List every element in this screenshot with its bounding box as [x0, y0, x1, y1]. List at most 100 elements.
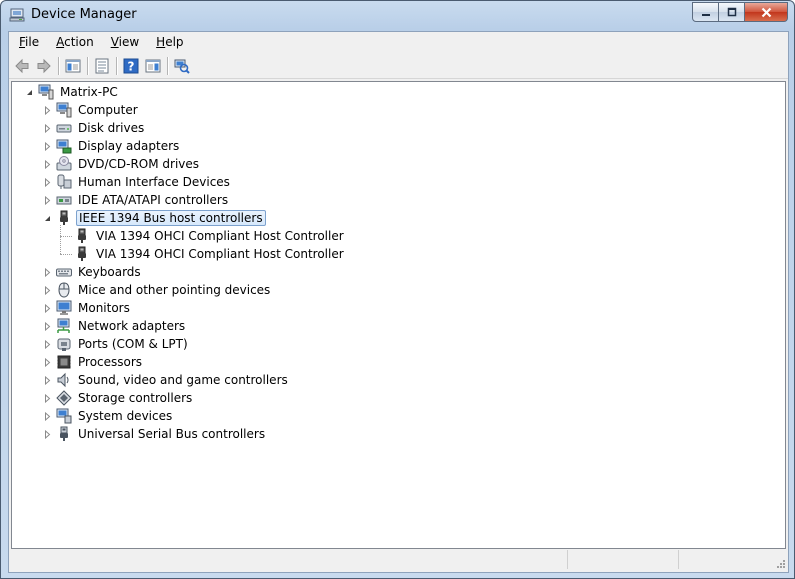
tree-category-sound-video-and-game-controllers[interactable]: Sound, video and game controllers — [56, 371, 290, 389]
expand-arrow-icon[interactable] — [43, 393, 52, 404]
mouse-icon — [58, 282, 70, 298]
tree-category-monitors[interactable]: Monitors — [56, 299, 132, 317]
window-title: Device Manager — [31, 7, 137, 22]
expand-arrow-icon[interactable] — [43, 195, 52, 206]
help-button[interactable]: ? — [120, 55, 142, 77]
menu-action[interactable]: Action — [46, 32, 101, 53]
menu-view[interactable]: View — [101, 32, 146, 53]
device-manager-icon — [9, 8, 25, 22]
expand-arrow-icon[interactable] — [43, 339, 52, 350]
tree-item-label: Storage controllers — [78, 391, 193, 405]
tree-item-label: Human Interface Devices — [78, 175, 230, 189]
status-pane-main — [9, 550, 568, 569]
back-button[interactable] — [11, 55, 33, 77]
window-controls — [692, 2, 788, 22]
expand-arrow-icon[interactable] — [43, 357, 52, 368]
menu-help[interactable]: Help — [146, 32, 190, 53]
tree-category-storage-controllers[interactable]: Storage controllers — [56, 389, 194, 407]
tree-category-system-devices[interactable]: System devices — [56, 407, 174, 425]
toolbar-separator — [116, 57, 117, 75]
keyboard-icon — [56, 268, 72, 277]
firewire-icon — [78, 246, 86, 261]
menu-label-rest: ile — [25, 35, 40, 49]
computer-icon — [56, 102, 72, 118]
svg-text:?: ? — [128, 60, 135, 74]
tree-category-ports-com-lpt[interactable]: Ports (COM & LPT) — [56, 335, 190, 353]
title-bar[interactable]: Device Manager — [1, 1, 794, 30]
menu-label-rest: iew — [118, 35, 140, 49]
device-tree[interactable]: Matrix-PC Computer Disk drives Display adap… — [11, 81, 786, 549]
status-pane-3 — [679, 550, 774, 569]
show-action-pane-button[interactable] — [142, 55, 164, 77]
monitor-icon — [56, 300, 72, 315]
resize-grip-icon[interactable] — [774, 557, 786, 569]
tree-connector-line — [60, 225, 61, 254]
hid-icon — [57, 174, 72, 189]
expand-arrow-icon[interactable] — [43, 141, 52, 152]
tree-category-display-adapters[interactable]: Display adapters — [56, 137, 181, 155]
tree-item-label: Sound, video and game controllers — [78, 373, 288, 387]
tree-root-matrix-pc[interactable]: Matrix-PC — [38, 83, 120, 101]
storage-controller-icon — [56, 390, 72, 406]
tree-item-label: IDE ATA/ATAPI controllers — [78, 193, 229, 207]
forward-button[interactable] — [33, 55, 55, 77]
tree-category-processors[interactable]: Processors — [56, 353, 144, 371]
expand-arrow-icon[interactable] — [43, 105, 52, 116]
properties-button[interactable] — [91, 55, 113, 77]
expand-arrow-icon[interactable] — [43, 285, 52, 296]
tree-device-item[interactable]: VIA 1394 OHCI Compliant Host Controller — [74, 227, 346, 245]
usb-icon — [60, 426, 68, 441]
expand-arrow-icon[interactable] — [43, 159, 52, 170]
tree-item-label: Matrix-PC — [60, 85, 118, 99]
tree-item-label: Display adapters — [78, 139, 180, 153]
expand-arrow-icon[interactable] — [43, 429, 52, 440]
network-adapter-icon — [57, 318, 70, 333]
tree-category-ieee-1394-bus-host-controllers[interactable]: IEEE 1394 Bus host controllers — [56, 209, 266, 227]
tree-item-label: Computer — [78, 103, 138, 117]
tree-category-computer[interactable]: Computer — [56, 101, 140, 119]
tree-item-label: DVD/CD-ROM drives — [78, 157, 200, 171]
expand-arrow-icon[interactable] — [43, 303, 52, 314]
tree-item-label: VIA 1394 OHCI Compliant Host Controller — [96, 247, 344, 261]
scan-hardware-changes-button[interactable] — [171, 55, 193, 77]
expand-arrow-icon[interactable] — [43, 411, 52, 422]
tree-category-human-interface-devices[interactable]: Human Interface Devices — [56, 173, 232, 191]
arrow-right-icon — [37, 58, 51, 74]
tree-device-item[interactable]: VIA 1394 OHCI Compliant Host Controller — [74, 245, 346, 263]
tree-item-label: Network adapters — [78, 319, 186, 333]
tree-item-label: Keyboards — [78, 265, 141, 279]
expand-arrow-icon[interactable] — [43, 375, 52, 386]
expand-arrow-icon[interactable] — [43, 321, 52, 332]
expand-arrow-icon[interactable] — [43, 123, 52, 134]
tree-category-mice-and-other-pointing-devices[interactable]: Mice and other pointing devices — [56, 281, 272, 299]
show-hide-console-tree-button[interactable] — [62, 55, 84, 77]
tree-item-label: System devices — [78, 409, 173, 423]
tree-category-disk-drives[interactable]: Disk drives — [56, 119, 146, 137]
menu-accelerator: V — [110, 35, 119, 49]
action-pane-icon — [145, 59, 161, 73]
tree-category-dvd-cd-rom-drives[interactable]: DVD/CD-ROM drives — [56, 155, 201, 173]
firewire-icon — [60, 210, 68, 225]
close-button[interactable] — [745, 2, 788, 22]
collapse-arrow-icon[interactable] — [25, 88, 34, 97]
tree-category-network-adapters[interactable]: Network adapters — [56, 317, 187, 335]
expand-arrow-icon[interactable] — [43, 267, 52, 278]
close-icon — [761, 7, 771, 17]
toolbar: ? — [9, 54, 788, 79]
computer-icon — [38, 84, 54, 100]
menu-file[interactable]: File — [9, 32, 46, 53]
tree-category-ide-ata-atapi-controllers[interactable]: IDE ATA/ATAPI controllers — [56, 191, 230, 209]
expand-arrow-icon[interactable] — [43, 177, 52, 188]
minimize-button[interactable] — [692, 2, 719, 22]
menu-bar: File Action View Help — [9, 32, 788, 53]
maximize-icon — [727, 7, 736, 17]
arrow-left-icon — [15, 58, 29, 74]
tree-category-universal-serial-bus-controllers[interactable]: Universal Serial Bus controllers — [56, 425, 267, 443]
tree-category-keyboards[interactable]: Keyboards — [56, 263, 143, 281]
tree-connector-line — [60, 236, 72, 237]
collapse-arrow-icon[interactable] — [43, 214, 52, 223]
console-tree-icon — [65, 59, 81, 73]
tree-item-label: Mice and other pointing devices — [78, 283, 271, 297]
menu-accelerator: A — [56, 35, 65, 49]
maximize-button[interactable] — [719, 2, 745, 22]
